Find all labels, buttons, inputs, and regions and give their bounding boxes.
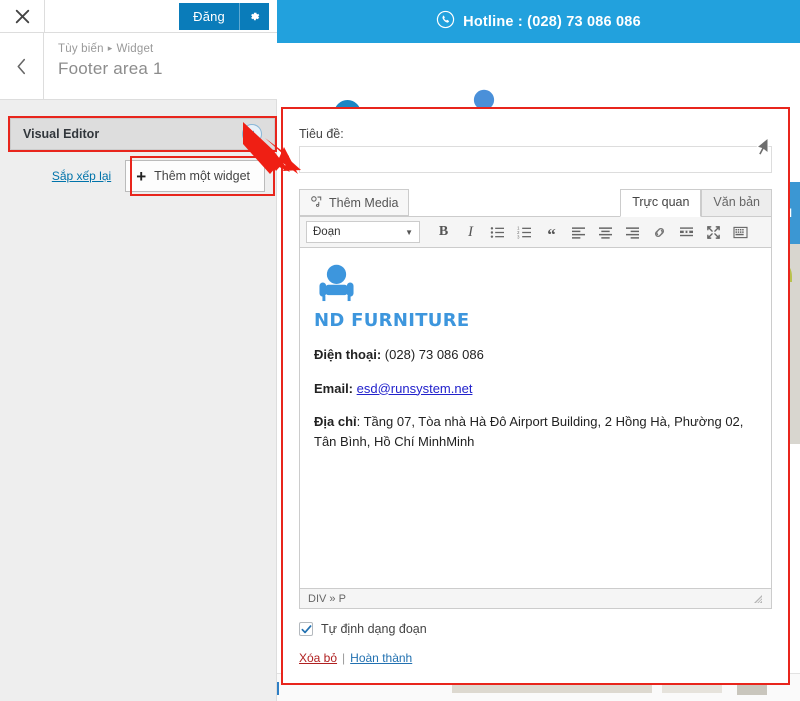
customizer-header: Đăng [0,0,277,33]
format-select[interactable]: Đoạn ▼ [306,221,420,243]
gear-icon[interactable] [239,2,269,30]
phone-icon [436,10,455,34]
content-address-value: : Tầng 07, Tòa nhà Hà Đô Airport Buildin… [314,414,744,449]
resize-handle[interactable] [753,594,763,604]
content-address-label: Địa chỉ [314,414,357,429]
editor-toolbar: Đoạn ▼ B I 1 2 3 “ [299,216,772,248]
chevron-down-icon: ▼ [405,227,413,237]
bold-icon[interactable]: B [430,219,457,245]
add-widget-label: Thêm một widget [154,169,250,183]
widget-edit-panel: Tiêu đề: Thêm Media Trực quan Văn bản Đo… [281,107,790,685]
add-widget-button[interactable]: + Thêm một widget [125,160,265,192]
links-separator: | [342,651,346,665]
editor-element-path: DIV » P [308,592,346,605]
breadcrumb-current: Widget [116,43,154,55]
auto-paragraph-label: Tự định dạng đoạn [321,622,427,636]
customizer-breadcrumb-bar: Tùy biến ▸ Widget Footer area 1 [0,33,277,100]
armchair-icon [319,264,354,302]
publish-button[interactable]: Đăng [179,2,239,30]
widget-actions-row: Sắp xếp lại + Thêm một widget [0,158,277,194]
add-media-button[interactable]: Thêm Media [299,189,410,216]
bulleted-list-icon[interactable] [484,219,511,245]
breadcrumb-text-group: Tùy biến ▸ Widget Footer area 1 [44,33,163,99]
align-center-icon[interactable] [592,219,619,245]
hotline-text: Hotline : (028) 73 086 086 [463,13,641,30]
mouse-cursor-arrow [752,135,772,162]
breadcrumb-root[interactable]: Tùy biến [58,43,104,55]
auto-paragraph-checkbox[interactable] [299,622,313,636]
screenshot-root: Hotline : (028) 73 086 086 ND FURNIT [0,0,800,701]
content-email-line: Email: esd@runsystem.net [314,379,757,399]
align-right-icon[interactable] [619,219,646,245]
svg-text:3: 3 [517,234,520,239]
widget-row-label: Visual Editor [23,127,100,141]
title-field-label: Tiêu đề: [299,127,344,141]
content-logo-name: ND FURNITURE [314,310,470,331]
header-spacer [45,0,179,32]
publish-group: Đăng [179,0,277,32]
footer-block-b [452,684,652,693]
editor-status-bar: DIV » P [299,589,772,609]
back-button[interactable] [0,33,44,99]
page-title: Footer area 1 [58,59,163,78]
align-left-icon[interactable] [565,219,592,245]
collapse-left-icon[interactable] [242,124,262,144]
content-phone-line: Điện thoại: (028) 73 086 086 [314,345,757,365]
customizer-panel: Đăng Tùy biến ▸ Widget Footer area 1 Vis… [0,0,277,701]
insert-link-icon[interactable] [646,219,673,245]
toolbar-toggle-icon[interactable] [727,219,754,245]
tab-visual[interactable]: Trực quan [620,189,702,217]
hotline-bar: Hotline : (028) 73 086 086 [277,0,800,43]
content-phone-value: (028) 73 086 086 [384,347,484,362]
close-x-icon[interactable] [0,0,45,32]
auto-paragraph-row: Tự định dạng đoạn [299,622,772,636]
panel-action-links: Xóa bỏ | Hoàn thành [299,651,772,665]
tab-text[interactable]: Văn bản [701,189,772,216]
footer-block-a [277,682,279,695]
widget-row-visual-editor[interactable]: Visual Editor [10,118,275,150]
format-select-value: Đoạn [313,226,341,238]
media-icon [310,195,323,211]
content-email-label: Email: [314,380,354,396]
content-email-link[interactable]: esd@runsystem.net [357,381,473,396]
content-phone-label: Điện thoại: [314,347,382,362]
numbered-list-icon[interactable]: 1 2 3 [511,219,538,245]
breadcrumb-separator: ▸ [107,43,113,53]
footer-block-c [662,684,722,693]
editor-mode-tabs: Trực quan Văn bản [620,188,772,217]
content-address-line: Địa chỉ: Tầng 07, Tòa nhà Hà Đô Airport … [314,412,757,451]
editor-content-area[interactable]: ND FURNITURE Điện thoại: (028) 73 086 08… [299,248,772,589]
widget-title-input[interactable] [299,146,772,173]
italic-icon[interactable]: I [457,219,484,245]
breadcrumb: Tùy biến ▸ Widget [58,43,163,55]
add-media-label: Thêm Media [329,195,399,210]
reorder-link[interactable]: Sắp xếp lại [52,169,111,183]
plus-icon: + [136,166,147,186]
done-link[interactable]: Hoàn thành [350,651,412,665]
fullscreen-icon[interactable] [700,219,727,245]
content-logo-block: ND FURNITURE [314,264,757,331]
blockquote-icon[interactable]: “ [538,219,565,245]
editor-top-bar: Thêm Media Trực quan Văn bản [299,186,772,217]
delete-widget-link[interactable]: Xóa bỏ [299,651,337,665]
read-more-icon[interactable] [673,219,700,245]
